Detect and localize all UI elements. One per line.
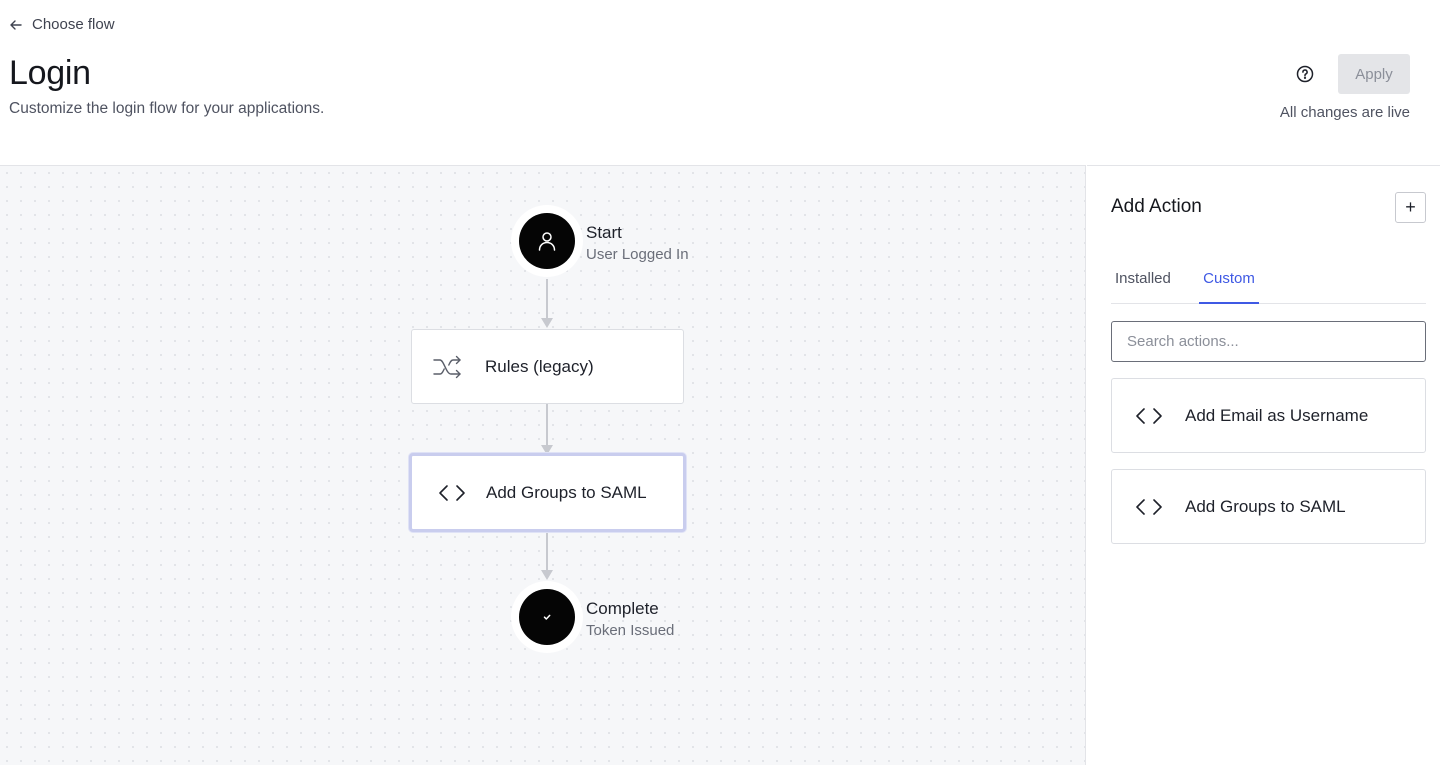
shuffle-icon bbox=[433, 355, 461, 378]
add-action-panel: Add Action + Installed Custom Add Email … bbox=[1087, 165, 1440, 765]
connector-line bbox=[546, 279, 548, 319]
start-node-subtitle: User Logged In bbox=[586, 246, 689, 263]
action-card-label: Add Groups to SAML bbox=[1185, 496, 1346, 516]
user-icon bbox=[538, 232, 556, 251]
panel-title: Add Action bbox=[1111, 196, 1202, 217]
tab-custom[interactable]: Custom bbox=[1199, 258, 1259, 304]
flow-node-label: Rules (legacy) bbox=[485, 356, 594, 376]
end-node-title: Complete bbox=[586, 599, 659, 618]
connector-line bbox=[546, 531, 548, 571]
flow-node-add-groups-to-saml[interactable]: Add Groups to SAML bbox=[409, 453, 686, 532]
page-subtitle: Customize the login flow for your applic… bbox=[9, 100, 325, 117]
flow-node-label: Add Groups to SAML bbox=[486, 482, 647, 502]
page-title: Login bbox=[9, 54, 91, 92]
check-icon bbox=[543, 614, 551, 620]
code-icon bbox=[1136, 407, 1162, 424]
search-actions-input[interactable] bbox=[1111, 321, 1426, 362]
back-link[interactable]: Choose flow bbox=[9, 16, 115, 33]
action-card-add-groups-to-saml[interactable]: Add Groups to SAML bbox=[1111, 469, 1426, 544]
help-icon bbox=[1296, 65, 1314, 83]
back-link-label: Choose flow bbox=[32, 16, 115, 33]
arrow-left-icon bbox=[10, 19, 22, 30]
action-card-label: Add Email as Username bbox=[1185, 405, 1369, 425]
end-node-text: Complete Token Issued bbox=[586, 599, 674, 639]
action-card-add-email-as-username[interactable]: Add Email as Username bbox=[1111, 378, 1426, 453]
plus-icon: + bbox=[1405, 197, 1416, 217]
flow-node-rules-legacy[interactable]: Rules (legacy) bbox=[411, 329, 684, 404]
add-action-button[interactable]: + bbox=[1395, 192, 1426, 223]
live-status-text: All changes are live bbox=[1279, 104, 1410, 121]
code-icon bbox=[439, 484, 465, 501]
connector-line bbox=[546, 404, 548, 446]
start-node-title: Start bbox=[586, 223, 622, 242]
start-node-text: Start User Logged In bbox=[586, 223, 689, 263]
end-node-subtitle: Token Issued bbox=[586, 622, 675, 639]
connector-arrow bbox=[541, 570, 553, 580]
connector-arrow bbox=[541, 318, 553, 328]
tab-installed[interactable]: Installed bbox=[1115, 258, 1171, 304]
start-node bbox=[511, 205, 583, 277]
help-button[interactable] bbox=[1293, 62, 1317, 86]
apply-button[interactable]: Apply bbox=[1338, 54, 1410, 94]
end-node bbox=[511, 581, 583, 653]
panel-tabs: Installed Custom bbox=[1111, 258, 1426, 304]
code-icon bbox=[1136, 498, 1162, 515]
